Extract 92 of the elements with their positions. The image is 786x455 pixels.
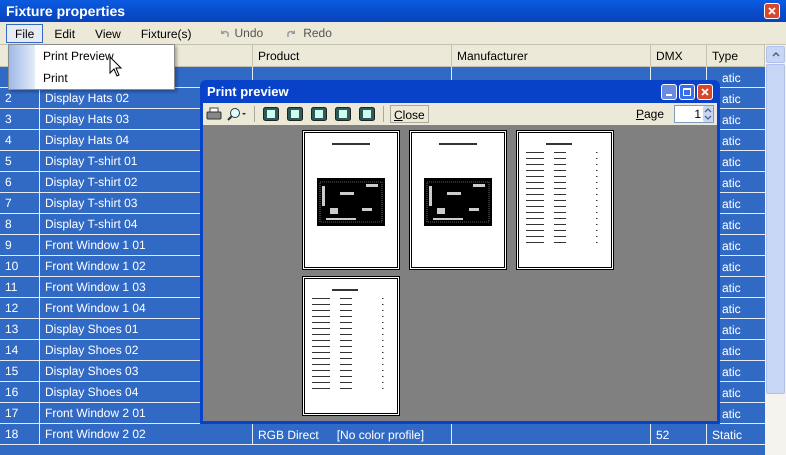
- table-cell-text: 12: [5, 300, 18, 317]
- table-cell-text: atic: [722, 217, 741, 234]
- table-cell-text: atic: [722, 154, 741, 171]
- page-layout-icon[interactable]: [335, 107, 351, 121]
- page-spinner[interactable]: 1: [674, 105, 714, 123]
- minimize-icon: [666, 94, 672, 96]
- table-cell-text: Display Hats 02: [45, 90, 130, 107]
- menu-item[interactable]: Edit: [45, 24, 84, 42]
- table-cell-text: [No color profile]: [336, 427, 424, 444]
- table-cell-text: 10: [5, 258, 18, 275]
- menu-item[interactable]: Fixture(s): [132, 24, 200, 42]
- undo-icon: [218, 28, 228, 38]
- table-cell-text: atic: [722, 70, 741, 87]
- spinner-arrows-icon[interactable]: [703, 106, 713, 122]
- table-cell-text: 4: [5, 132, 12, 149]
- table-cell-text: 16: [5, 384, 18, 401]
- minimize-button[interactable]: [661, 84, 677, 100]
- table-cell-text: atic: [722, 343, 741, 360]
- table-cell-text: 6: [5, 174, 12, 191]
- table-cell-text: Front Window 2 01: [45, 405, 146, 422]
- table-cell-text: Display Shoes 02: [45, 342, 138, 359]
- window-title: Fixture properties: [6, 2, 126, 21]
- menu-option[interactable]: Print: [35, 67, 122, 89]
- page-layout-icon[interactable]: [359, 107, 375, 121]
- table-cell-text: atic: [722, 112, 741, 129]
- printer-icon[interactable]: [206, 107, 222, 121]
- table-cell-text: atic: [722, 91, 741, 108]
- table-cell-text: atic: [722, 385, 741, 402]
- scroll-thumb[interactable]: [766, 64, 785, 394]
- close-icon: [768, 7, 776, 15]
- menu-item[interactable]: File: [6, 24, 44, 42]
- table-cell-text: 7: [5, 195, 12, 212]
- table-cell-text: 15: [5, 363, 18, 380]
- table-cell-text: Display Hats 04: [45, 132, 130, 149]
- page-layout-icon[interactable]: [311, 107, 327, 121]
- maximize-button[interactable]: [679, 84, 695, 100]
- table-cell-text: atic: [722, 133, 741, 150]
- table-cell-text: 2: [5, 90, 12, 107]
- close-button[interactable]: Close: [390, 105, 429, 123]
- table-cell-text: 11: [5, 279, 18, 296]
- menu-option[interactable]: Print Preview: [35, 45, 122, 67]
- table-cell-text: 5: [5, 153, 12, 170]
- table-cell-text: 52: [656, 427, 670, 444]
- table-cell-text: 17: [5, 405, 18, 422]
- redo-icon: [287, 28, 298, 38]
- table-cell-text: 9: [5, 237, 12, 254]
- table-cell-text: 14: [5, 342, 18, 359]
- menu-gutter: [9, 45, 35, 89]
- table-cell-text: 18: [5, 426, 18, 443]
- table-cell-text: atic: [722, 301, 741, 318]
- page-layout-icon[interactable]: [263, 107, 279, 121]
- close-button[interactable]: [764, 3, 780, 19]
- page-layout-icon[interactable]: [287, 107, 303, 121]
- page-label: Page: [636, 106, 664, 123]
- table-cell-text: Display Hats 03: [45, 111, 130, 128]
- table-cell-text: 3: [5, 111, 12, 128]
- close-button[interactable]: [697, 84, 713, 100]
- table-cell-text: Front Window 1 02: [45, 258, 146, 275]
- table-cell-text: Front Window 1 04: [45, 300, 146, 317]
- table-cell-text: atic: [722, 238, 741, 255]
- table-cell-text: atic: [722, 406, 741, 423]
- table-cell-text: Display Shoes 03: [45, 363, 138, 380]
- table-cell-text: Display T-shirt 01: [45, 153, 138, 170]
- table-cell-text: atic: [722, 364, 741, 381]
- scroll-up-button[interactable]: [766, 46, 785, 63]
- table-cell-text: Front Window 2 02: [45, 426, 146, 443]
- table-cell-text: Front Window 1 01: [45, 237, 146, 254]
- menu-item[interactable]: View: [86, 24, 130, 42]
- table-cell-text: Front Window 1 03: [45, 279, 146, 296]
- table-cell-text: Display T-shirt 02: [45, 174, 138, 191]
- table-cell-text: Display T-shirt 03: [45, 195, 138, 212]
- column-header[interactable]: DMX: [651, 45, 707, 66]
- table-cell-text: Display Shoes 04: [45, 384, 138, 401]
- table-row[interactable]: 18 Front Window 2 02 RGB Direct [No color profile] 52 Static: [0, 424, 765, 445]
- table-cell-text: atic: [722, 280, 741, 297]
- maximize-icon: [683, 88, 691, 96]
- table-cell-text: atic: [722, 259, 741, 276]
- table-cell-text: Display Shoes 01: [45, 321, 138, 338]
- column-header[interactable]: Manufacturer: [452, 45, 651, 66]
- table-cell-text: Display T-shirt 04: [45, 216, 138, 233]
- table-cell-text: atic: [722, 175, 741, 192]
- page-value: 1: [694, 106, 702, 123]
- table-cell-text: 8: [5, 216, 12, 233]
- table-cell-text: atic: [722, 322, 741, 339]
- table-cell-text: RGB Direct: [258, 427, 319, 444]
- column-header[interactable]: Product: [253, 45, 452, 66]
- zoom-icon[interactable]: [226, 107, 248, 121]
- table-cell-text: 13: [5, 321, 18, 338]
- close-icon: [701, 88, 709, 96]
- scrollbar[interactable]: [765, 45, 786, 455]
- table-cell-text: atic: [722, 196, 741, 213]
- table-cell-text: Static: [712, 427, 742, 444]
